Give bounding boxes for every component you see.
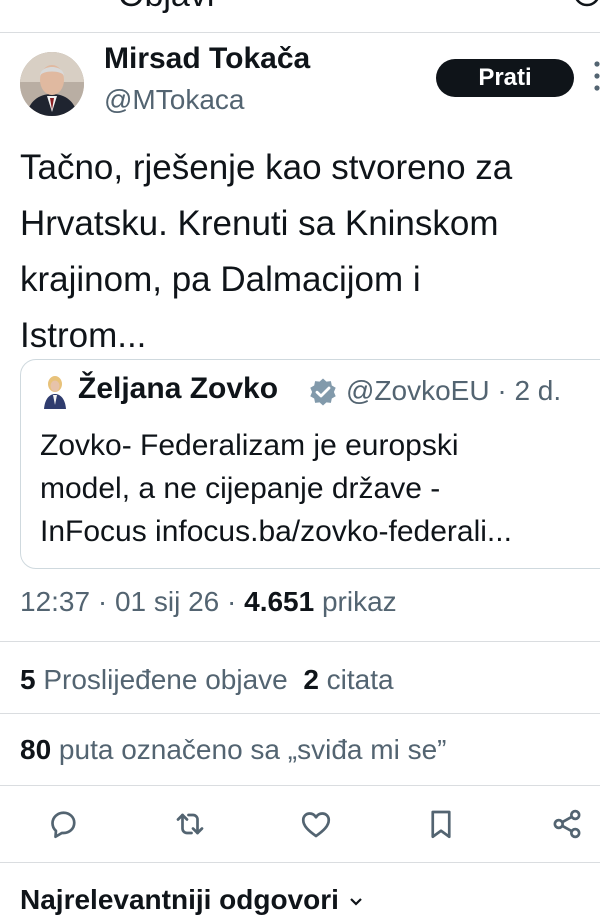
actions-divider — [0, 862, 600, 863]
stats-reposts-quotes: 5 Proslijeđene objave 2 citata — [20, 664, 394, 696]
reposts-label: Proslijeđene objave — [35, 664, 288, 695]
share-icon[interactable] — [549, 806, 585, 842]
header-divider — [0, 32, 600, 33]
tweet-more-icon[interactable] — [594, 58, 600, 94]
quotes-label: citata — [318, 664, 394, 695]
views-count: 4.651 — [244, 586, 315, 617]
verified-badge-icon — [308, 377, 338, 407]
follow-button[interactable]: Prati — [436, 59, 574, 97]
meta-divider — [0, 641, 600, 642]
stats-divider-1 — [0, 713, 600, 714]
quote-author-name: Željana Zovko — [78, 372, 279, 405]
views-label: prikaz — [314, 586, 397, 617]
reposts-count: 5 — [20, 664, 36, 695]
likes-label: puta označeno sa „sviđa mi se” — [51, 734, 447, 765]
quote-author-avatar — [42, 375, 68, 409]
likes-count: 80 — [20, 734, 52, 765]
likes-stat[interactable]: 80 puta označeno sa „sviđa mi se” — [20, 734, 446, 766]
more-options-icon[interactable] — [572, 0, 600, 17]
repost-icon[interactable] — [172, 806, 208, 842]
quotes-count: 2 — [303, 664, 319, 695]
tweet-meta: 12:37 · 01 sij 26 · 4.651 prikaz — [20, 586, 397, 618]
author-handle[interactable]: @MTokaca — [104, 84, 244, 116]
quotes-stat[interactable]: 2 citata — [303, 664, 393, 695]
page-title: Objavi — [118, 0, 214, 15]
quote-handle-date: @ZovkoEU · 2 d. — [346, 375, 562, 406]
author-name[interactable]: Mirsad Tokača — [104, 42, 310, 76]
tweet-text: Tačno, rješenje kao stvoreno za Hrvatsku… — [20, 148, 513, 355]
reply-icon[interactable] — [45, 806, 81, 842]
chevron-down-icon — [349, 897, 362, 906]
quote-text: Zovko- Federalizam je europski model, a … — [40, 429, 512, 548]
stats-divider-2 — [0, 785, 600, 786]
author-avatar[interactable] — [20, 52, 84, 116]
like-icon[interactable] — [298, 806, 334, 842]
reposts-stat[interactable]: 5 Proslijeđene objave — [20, 664, 288, 695]
tweet-time: 12:37 · 01 sij 26 · — [20, 586, 245, 617]
bookmark-icon[interactable] — [423, 806, 459, 842]
replies-sort-button[interactable]: Najrelevantniji odgovori — [20, 884, 365, 916]
